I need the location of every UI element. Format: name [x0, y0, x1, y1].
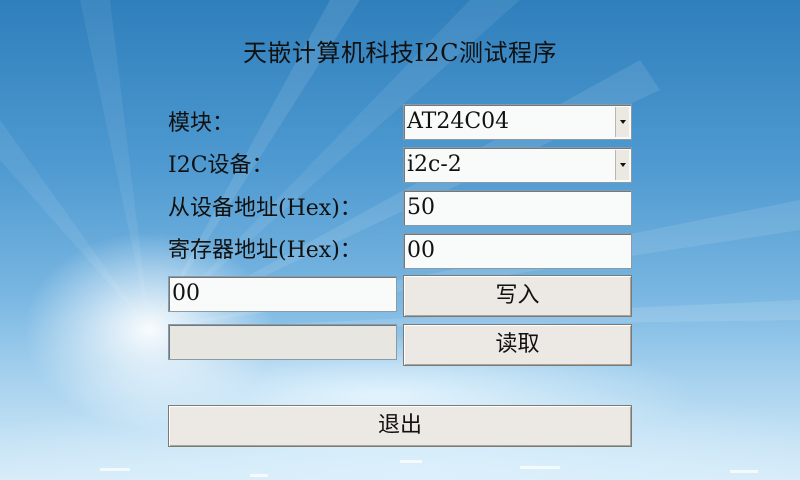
slave-address-input[interactable]: 50 [403, 190, 632, 226]
module-label: 模块： [168, 111, 235, 136]
slave-address-label: 从设备地址(Hex)： [168, 196, 362, 221]
register-address-label: 寄存器地址(Hex)： [168, 238, 362, 263]
i2c-device-select-value: i2c-2 [407, 152, 462, 177]
module-select-value: AT24C04 [407, 109, 510, 134]
page-title: 天嵌计算机科技I2C测试程序 [242, 39, 558, 67]
read-data-display [168, 324, 397, 360]
exit-button[interactable]: 退出 [168, 405, 632, 447]
i2c-device-label: I2C设备： [168, 153, 274, 178]
i2c-device-select[interactable]: i2c-2 [403, 147, 632, 183]
register-address-input[interactable]: 00 [403, 233, 632, 269]
chevron-down-icon[interactable] [615, 107, 629, 137]
chevron-down-icon[interactable] [615, 150, 629, 180]
read-button[interactable]: 读取 [403, 324, 632, 366]
write-button[interactable]: 写入 [403, 275, 632, 317]
module-select[interactable]: AT24C04 [403, 104, 632, 140]
write-data-input[interactable]: 00 [168, 276, 397, 312]
